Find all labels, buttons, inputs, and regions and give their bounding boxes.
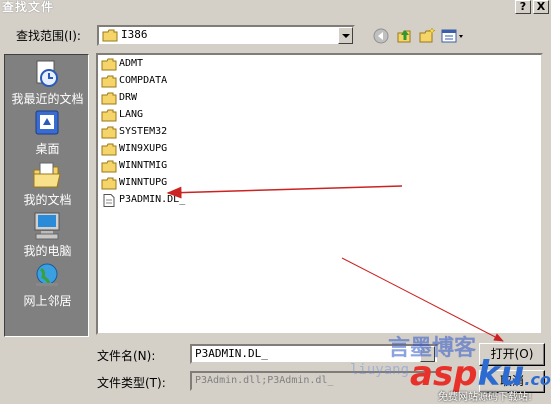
watermark-tagline: 免费网站源码下载站! [438,392,533,403]
file-icon [103,194,115,207]
recent-documents-icon [36,60,58,87]
desktop-icon [35,110,59,135]
back-arrow-icon[interactable] [372,27,390,45]
look-in-value: I386 [121,28,148,41]
file-name: WINNTUPG [119,177,168,188]
folder-icon [102,29,118,42]
look-in-label: 查找范围(I): [16,29,81,43]
place-recent-documents[interactable]: 我最近的文档 [5,57,90,107]
place-my-computer[interactable]: 我的电脑 [5,209,90,259]
close-button[interactable]: X [533,0,549,14]
folder-icon [101,109,117,122]
place-label: 我的文档 [23,193,72,207]
network-places-icon [36,263,58,286]
place-network-places[interactable]: 网上邻居 [5,259,90,309]
view-menu-icon[interactable] [440,27,466,45]
look-in-combobox[interactable]: I386 [97,25,355,46]
help-button[interactable]: ? [515,0,531,14]
file-name: COMPDATA [119,75,168,86]
window-title: 查找文件 [2,0,55,14]
folder-icon [101,75,117,88]
watermark-url-text: liuyang [350,362,410,378]
file-name: WIN9XUPG [119,143,168,154]
file-type-label: 文件类型(T): [97,376,166,390]
file-list[interactable]: ADMT COMPDATA DRW LANG SYSTEM32 WIN9XUPG… [96,53,543,335]
look-in-dropdown-button[interactable] [338,27,353,44]
folder-icon [101,143,117,156]
folder-icon [101,160,117,173]
file-name: LANG [119,109,144,120]
folder-icon [101,126,117,139]
folder-icon [101,92,117,105]
up-one-level-icon[interactable] [396,27,414,45]
file-name-label: 文件名(N): [97,349,156,363]
file-name: ADMT [119,58,144,69]
place-my-documents[interactable]: 我的文档 [5,158,90,208]
file-name: DRW [119,92,138,103]
place-label: 我的电脑 [23,244,72,258]
logo-part: .com [524,370,551,389]
folder-icon [101,58,117,71]
file-name: SYSTEM32 [119,126,168,137]
place-label: 网上邻居 [23,294,72,308]
file-name: P3ADMIN.DL_ [119,194,186,205]
place-label: 桌面 [35,142,60,156]
place-desktop[interactable]: 桌面 [5,107,90,157]
new-folder-icon[interactable] [418,27,436,45]
folder-icon [101,177,117,190]
my-documents-icon [33,162,61,188]
title-bar: 查找文件 ? X [0,0,551,14]
places-bar: 我最近的文档 桌面 我的文档 我的电脑 网上邻居 [4,54,89,337]
file-name: WINNTMIG [119,160,168,171]
my-computer-icon [34,212,60,240]
place-label: 我最近的文档 [11,92,84,106]
